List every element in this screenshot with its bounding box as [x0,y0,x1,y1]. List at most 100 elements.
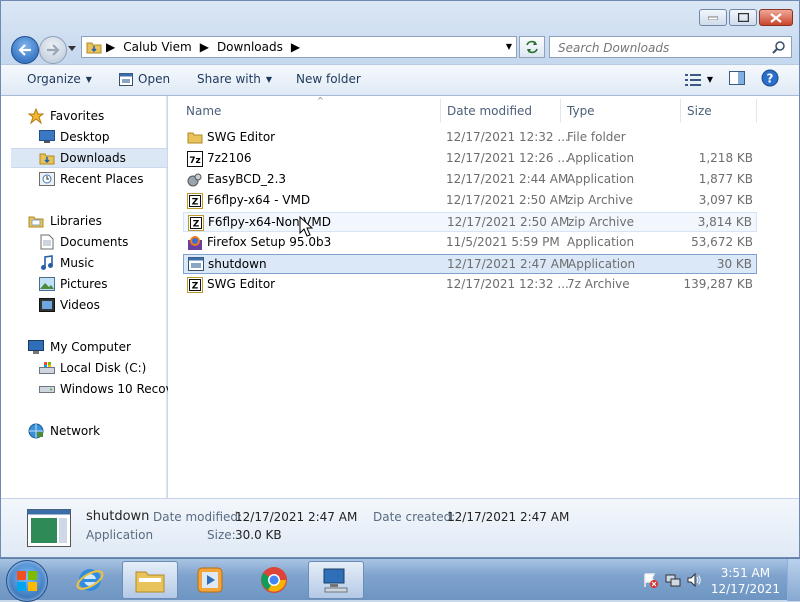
preview-pane-button[interactable] [729,71,745,88]
file-row[interactable]: Z F6flpy-x64 - VMD 12/17/2021 2:50 AM zi… [183,191,757,211]
file-date: 12/17/2021 12:26 ... [446,151,569,165]
forward-button[interactable] [39,36,67,64]
nav-recent-places[interactable]: Recent Places [1,169,167,189]
back-arrow-icon [18,44,31,56]
breadcrumb-separator[interactable]: ▶ [102,40,119,54]
column-header-date[interactable]: Date modified [441,99,561,123]
nav-videos[interactable]: Videos [1,295,167,315]
taskbar-chrome[interactable] [246,561,302,599]
breadcrumb-user[interactable]: Calub Viem [119,40,195,54]
taskbar-computer[interactable] [308,561,364,599]
taskbar-internet-explorer[interactable] [62,561,118,599]
chrome-icon [261,567,287,593]
network-icon[interactable] [665,572,681,588]
nav-pictures[interactable]: Pictures [1,274,167,294]
help-button[interactable]: ? [761,69,779,90]
column-header-name[interactable]: Name ^ [180,96,441,123]
file-date: 12/17/2021 2:44 AM [446,172,569,186]
file-row[interactable]: EasyBCD_2.3 12/17/2021 2:44 AM Applicati… [183,170,757,190]
breadcrumb-separator[interactable]: ▶ [287,40,304,54]
svg-text:7z: 7z [189,156,201,166]
nav-documents[interactable]: Documents [1,232,167,252]
star-icon [28,108,44,124]
column-header-type[interactable]: Type [561,99,681,123]
nav-favorites[interactable]: Favorites [1,106,167,126]
window-controls [699,9,793,26]
address-bar[interactable]: ▶ Calub Viem ▶ Downloads ▶ ▼ [81,36,517,58]
details-size-label: Size: [207,528,236,542]
file-size: 30 KB [716,257,752,271]
title-bar[interactable] [1,1,799,33]
view-controls: ▼ ? [684,69,799,90]
nav-desktop-label: Desktop [60,130,110,144]
svg-text:Z: Z [192,282,199,292]
taskbar-file-explorer[interactable] [122,561,178,599]
preview-pane-icon [729,71,745,85]
action-center-flag-icon[interactable] [642,572,658,588]
details-file-kind: Application [86,528,154,542]
nav-desktop[interactable]: Desktop [1,127,167,147]
7zip-archive-icon: Z [188,215,204,231]
file-type: File folder [567,130,626,144]
file-date: 12/17/2021 12:32 ... [446,130,569,144]
organize-button[interactable]: Organize ▼ [27,72,92,86]
file-name: F6flpy-x64 - VMD [207,193,311,207]
libraries-icon [28,213,44,229]
column-header-size[interactable]: Size [681,99,757,123]
7zip-archive-icon: Z [187,193,203,209]
minimize-button[interactable] [699,9,727,26]
breadcrumb-separator[interactable]: ▶ [196,40,213,54]
breadcrumb-downloads[interactable]: Downloads [213,40,287,54]
nav-libraries[interactable]: Libraries [1,211,167,231]
refresh-button[interactable] [519,36,545,58]
search-box [549,36,792,58]
back-button[interactable] [11,36,39,64]
nav-recent-places-label: Recent Places [60,172,144,186]
nav-music[interactable]: Music [1,253,167,273]
recent-pages-dropdown[interactable] [67,41,77,55]
file-date: 12/17/2021 2:50 AM [447,215,570,229]
nav-local-disk[interactable]: Local Disk (C:) [1,358,167,378]
share-with-button[interactable]: Share with ▼ [197,72,272,86]
nav-recovery-drive[interactable]: Windows 10 Recove [1,379,180,399]
volume-icon[interactable] [686,572,702,588]
internet-explorer-icon [76,569,104,591]
application-icon [188,257,204,273]
search-input[interactable] [556,38,770,58]
navigation-row: ▶ Calub Viem ▶ Downloads ▶ ▼ [1,33,799,64]
folder-icon [135,571,165,593]
computer-icon [28,339,44,355]
maximize-button[interactable] [729,9,757,26]
file-row[interactable]: Z F6flpy-x64-Non-VMD 12/17/2021 2:50 AM … [183,212,757,232]
file-size: 139,287 KB [683,277,753,291]
new-folder-button[interactable]: New folder [296,72,361,86]
nav-downloads-label: Downloads [60,151,126,165]
change-view-button[interactable]: ▼ [684,73,713,86]
column-type-label: Type [567,104,595,118]
file-name: shutdown [208,257,267,271]
file-row[interactable]: Z SWG Editor 12/17/2021 12:32 ... 7z Arc… [183,275,757,295]
file-date: 12/17/2021 12:32 ... [446,277,569,291]
taskbar-media-player[interactable] [182,561,238,599]
firefox-setup-icon [187,235,203,251]
open-button[interactable]: Open [119,72,170,86]
details-date-created-label: Date created: [373,510,456,524]
nav-my-computer[interactable]: My Computer [1,337,167,357]
show-desktop-button[interactable] [787,559,800,601]
file-row-selected[interactable]: shutdown 12/17/2021 2:47 AM Application … [183,254,757,274]
file-row[interactable]: Firefox Setup 95.0b3 11/5/2021 5:59 PM A… [183,233,757,253]
details-view-icon [684,73,701,86]
close-button[interactable] [759,9,793,26]
file-type: Application [568,257,636,271]
file-date: 12/17/2021 2:50 AM [446,193,569,207]
start-button[interactable] [6,560,48,602]
nav-videos-label: Videos [60,298,100,312]
file-row[interactable]: 7z 7z2106 12/17/2021 12:26 ... Applicati… [183,149,757,169]
file-row[interactable]: SWG Editor 12/17/2021 12:32 ... File fol… [183,128,757,148]
clock[interactable]: 3:51 AM 12/17/2021 [711,565,780,597]
file-size: 3,097 KB [698,193,753,207]
nav-downloads[interactable]: Downloads [11,148,167,168]
search-icon[interactable] [772,40,786,54]
address-dropdown[interactable]: ▼ [506,42,512,51]
nav-network[interactable]: Network [1,421,167,441]
